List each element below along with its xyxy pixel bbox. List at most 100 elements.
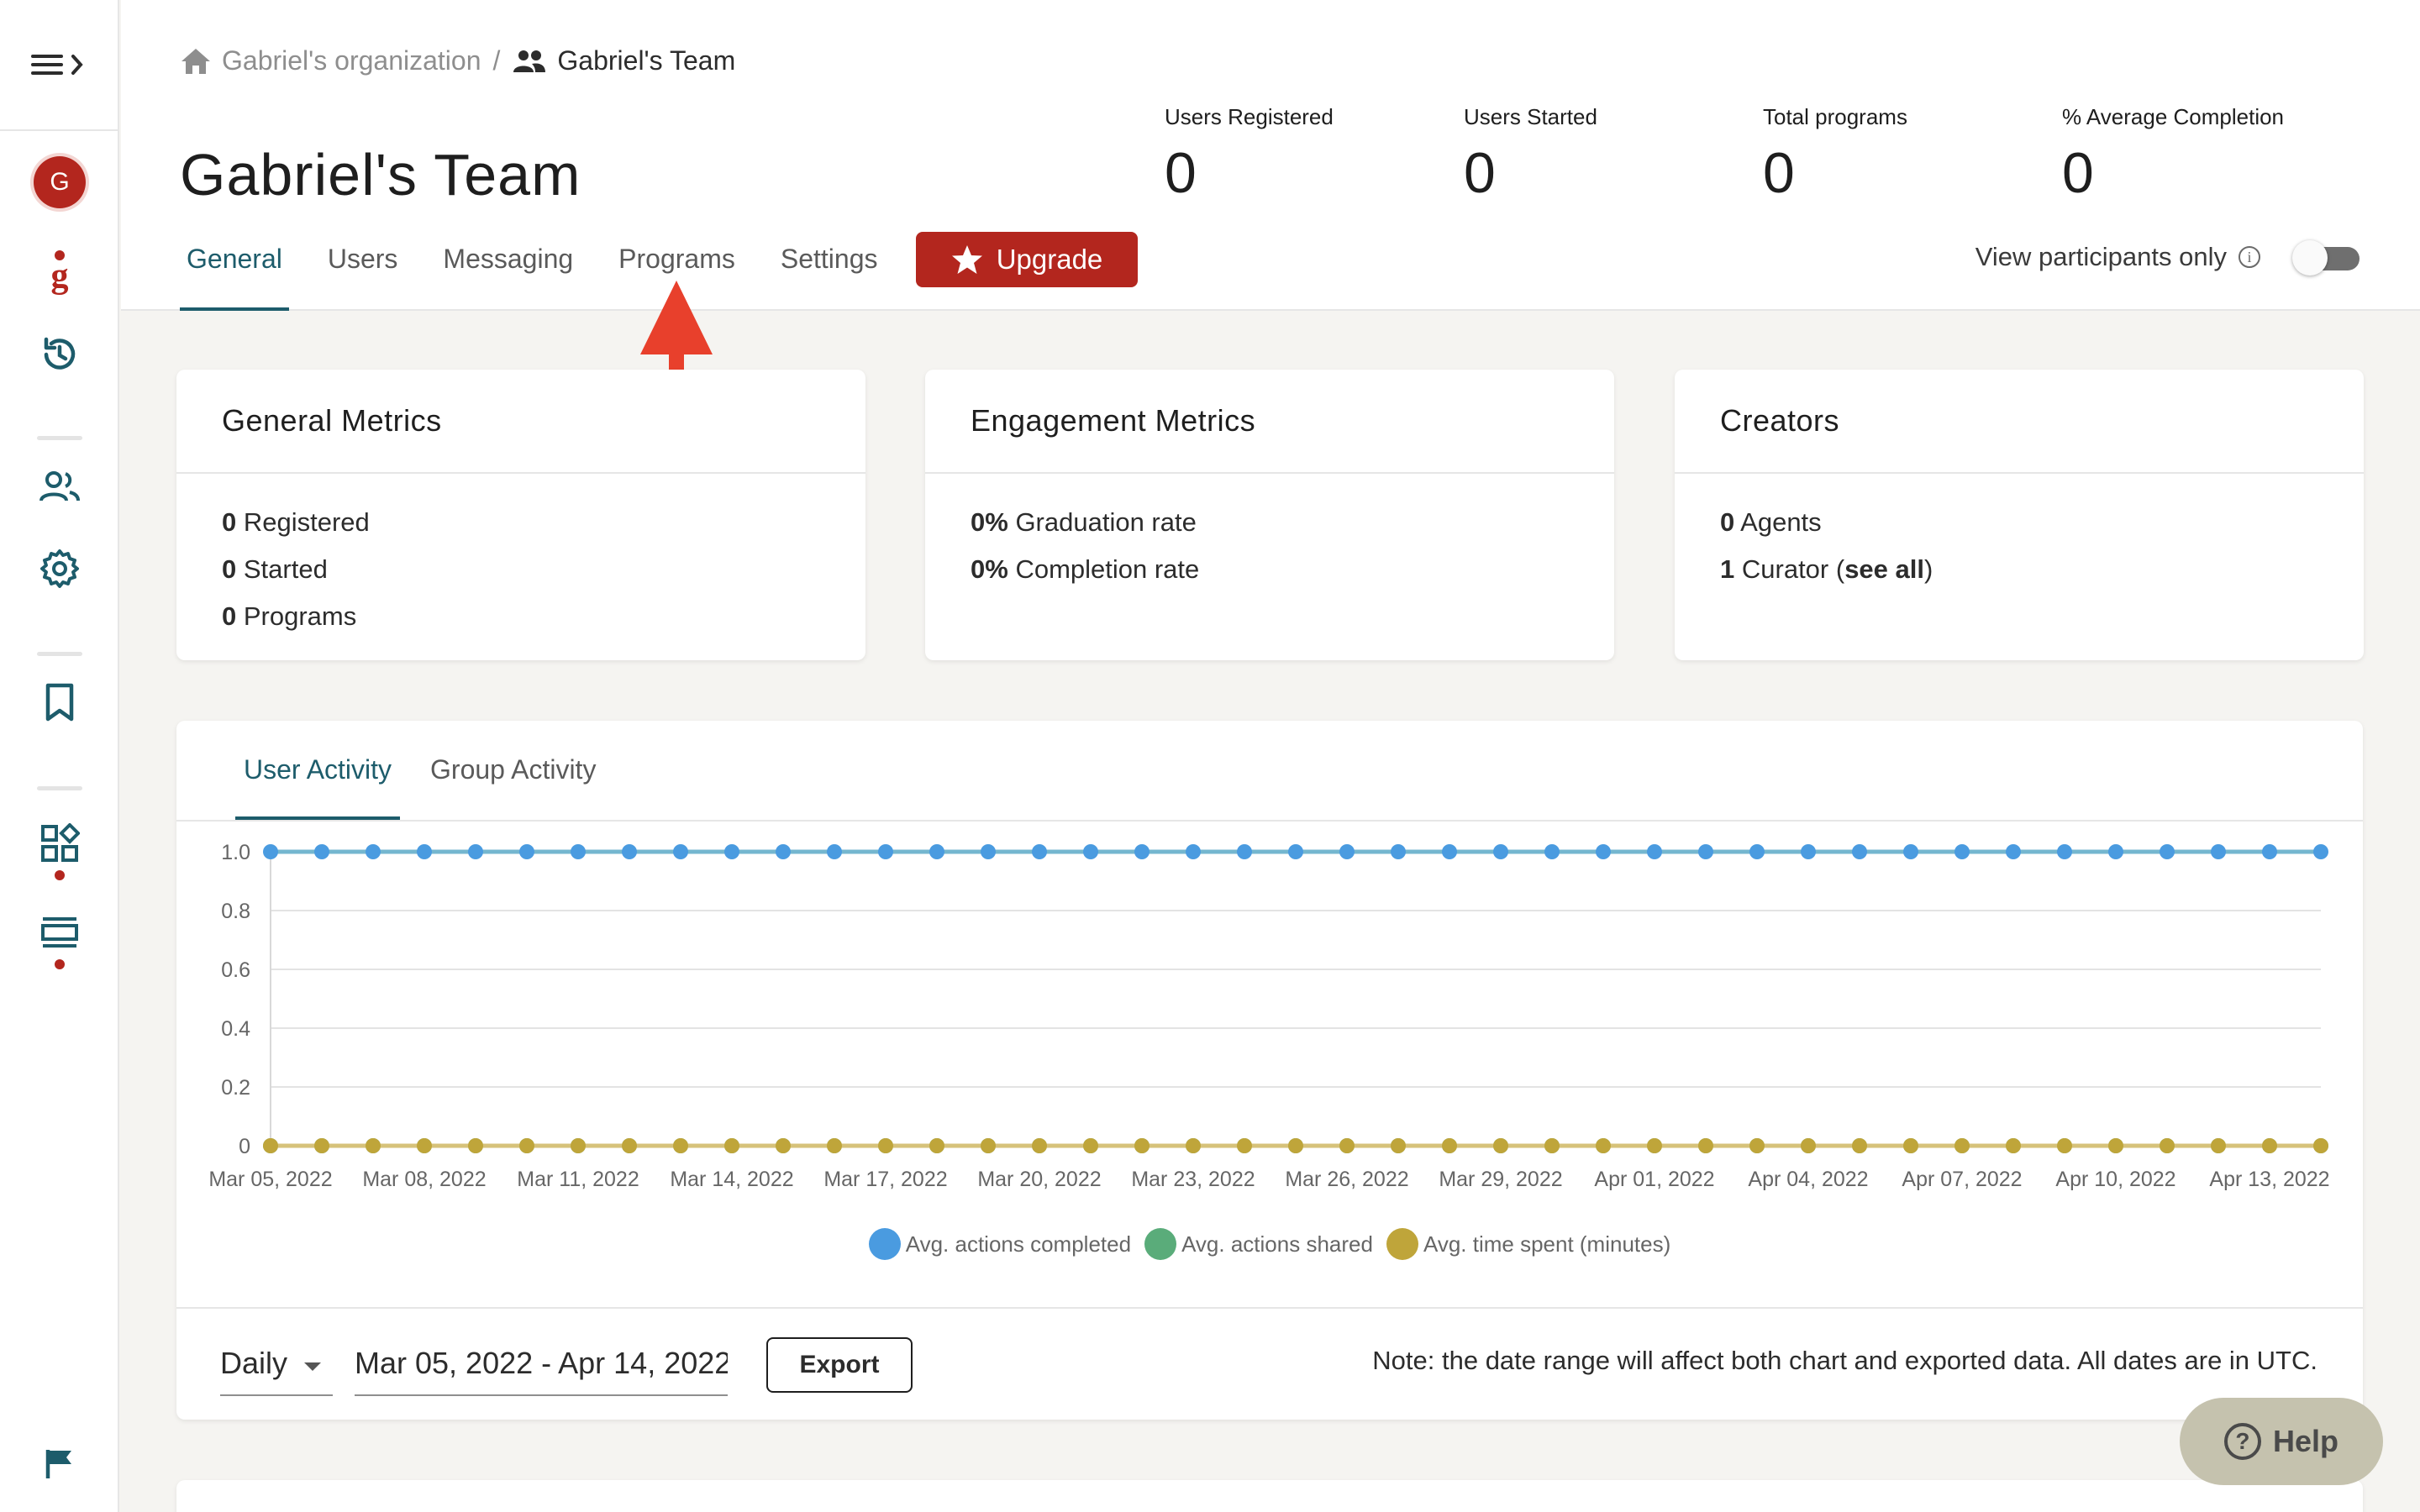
stat-users-registered: Users Registered 0 [1165,104,1334,206]
tab-users[interactable]: Users [321,232,405,311]
data-point [1698,1138,1713,1153]
breadcrumb-org-link[interactable]: Gabriel's organization [222,45,481,76]
sidebar-item-people[interactable] [0,469,119,506]
metric-value: 0 [222,601,237,631]
card-body: 0 Agents 1 Curator (see all) [1675,474,2364,593]
legend-item[interactable]: Avg. time spent (minutes) [1386,1228,1670,1260]
help-label: Help [2272,1424,2338,1458]
legend-label: Avg. actions completed [905,1231,1132,1257]
date-range-input[interactable]: Mar 05, 2022 - Apr 14, 2022 [355,1342,728,1396]
legend-item[interactable]: Avg. actions completed [868,1228,1132,1260]
data-point [1032,1138,1047,1153]
logo-g-icon[interactable]: g [43,249,76,296]
tab-group-activity[interactable]: Group Activity [422,721,604,820]
data-point [1698,844,1713,859]
notification-dot [55,870,65,880]
user-activity-chart: 0 0.2 0.4 0.6 0.8 1.0 Mar 05, 2022 Mar 08, 2022… [208,841,2329,1191]
card-title: General Metrics [176,370,865,474]
x-tick-label: Mar 17, 2022 [823,1168,947,1191]
data-point [263,1138,278,1153]
metric-label: Started [243,554,328,584]
help-button[interactable]: ? Help [2180,1398,2383,1485]
stat-value: 0 [1464,141,1496,205]
metric-row: 0 Registered [222,499,865,546]
bookmark-icon[interactable] [43,682,76,722]
x-tick-label: Apr 04, 2022 [1748,1168,1868,1191]
star-icon [951,245,982,274]
data-point [1903,1138,1918,1153]
data-point [519,1138,534,1153]
stat-total-programs: Total programs 0 [1763,104,1907,206]
data-point [571,844,586,859]
report-flag-button[interactable] [0,1446,119,1480]
export-button[interactable]: Export [766,1337,913,1393]
data-point [1749,1138,1765,1153]
sidebar-item-list[interactable] [0,916,119,949]
team-tabs: General Users Messaging Programs Setting… [180,232,916,311]
stat-label: Total programs [1763,104,1907,129]
data-point [2313,1138,2328,1153]
home-logo-button[interactable]: g [0,249,119,296]
data-point [263,844,278,859]
avatar[interactable]: G [34,156,86,208]
period-select[interactable]: Daily [220,1342,333,1396]
tab-user-activity[interactable]: User Activity [235,721,401,820]
data-point [622,1138,637,1153]
data-point [1647,844,1662,859]
data-point [1083,844,1098,859]
data-point [1186,1138,1201,1153]
x-tick-label: Mar 14, 2022 [670,1168,793,1191]
history-icon[interactable] [39,334,80,375]
sidebar-item-widgets[interactable] [0,823,119,864]
view-participants-label: View participants only [1975,242,2227,271]
metric-value: 0% [971,554,1008,584]
widgets-icon[interactable] [39,823,80,864]
see-all-curators-link[interactable]: see all [1844,554,1924,584]
stat-users-started: Users Started 0 [1464,104,1597,206]
data-point [1493,844,1508,859]
data-point [724,1138,739,1153]
data-point [571,1138,586,1153]
legend-swatch [1386,1228,1418,1260]
x-tick-label: Mar 23, 2022 [1131,1168,1255,1191]
tab-settings[interactable]: Settings [774,232,885,311]
stat-value: 0 [1763,141,1795,205]
next-section-card [176,1480,2363,1512]
data-point [2006,844,2021,859]
data-point [1134,844,1150,859]
view-participants-toggle[interactable] [2292,240,2360,276]
data-point [1493,1138,1508,1153]
data-point [776,844,791,859]
view-participants-control: View participants only i [1975,240,2360,276]
home-icon[interactable] [180,47,212,76]
stat-label: Users Registered [1165,104,1334,129]
metric-label-suffix: ) [1924,554,1933,584]
legend-item[interactable]: Avg. actions shared [1144,1228,1373,1260]
metric-label: Graduation rate [1015,507,1197,537]
metric-label: Registered [243,507,370,537]
tab-messaging[interactable]: Messaging [436,232,580,311]
chevron-down-icon [304,1362,321,1371]
tab-general[interactable]: General [180,232,289,311]
gear-icon[interactable] [39,548,81,590]
x-tick-label: Mar 29, 2022 [1439,1168,1562,1191]
info-icon[interactable]: i [2238,246,2260,268]
data-point [1954,844,1970,859]
sidebar-item-bookmarks[interactable] [0,682,119,722]
chart-legend: Avg. actions completed Avg. actions share… [176,1228,2363,1260]
sidebar: G g [0,0,119,1512]
history-button[interactable] [0,334,119,375]
data-point [1544,1138,1560,1153]
menu-expand-icon[interactable] [29,48,88,81]
data-point [1749,844,1765,859]
sidebar-item-settings[interactable] [0,548,119,590]
list-view-icon[interactable] [39,916,80,949]
upgrade-button[interactable]: Upgrade [916,232,1138,287]
metric-value: 0 [222,507,237,537]
data-point [1237,1138,1252,1153]
sidebar-toggle[interactable] [0,0,118,131]
flag-icon[interactable] [43,1446,76,1480]
people-icon[interactable] [38,469,82,506]
data-point [1134,1138,1150,1153]
user-avatar-button[interactable]: G [0,156,119,208]
